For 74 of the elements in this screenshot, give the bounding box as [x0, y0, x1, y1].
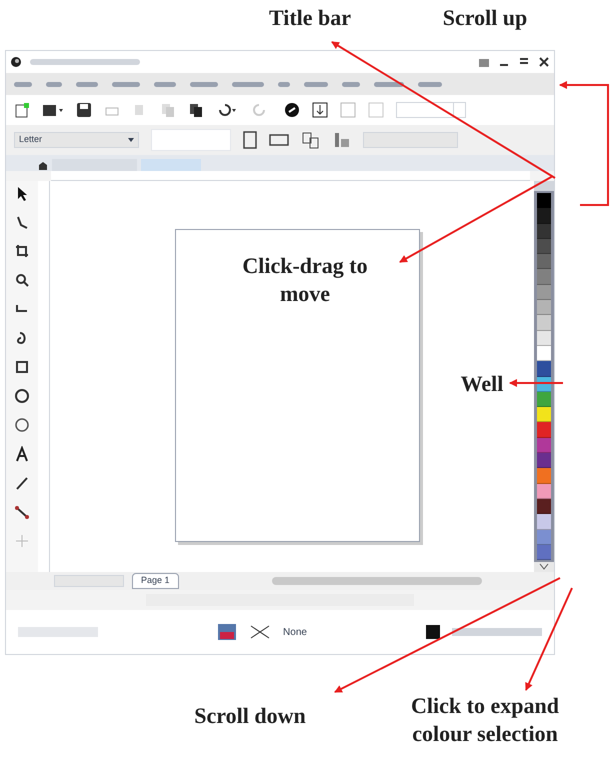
color-swatch[interactable] — [537, 315, 551, 331]
color-swatch[interactable] — [537, 238, 551, 254]
ellipse-icon[interactable] — [14, 388, 30, 404]
color-swatch[interactable] — [537, 193, 551, 208]
page-layout-icon[interactable] — [301, 131, 321, 149]
rectangle-icon[interactable] — [14, 359, 30, 375]
landscape-icon[interactable] — [269, 133, 289, 147]
color-swatch[interactable] — [537, 468, 551, 484]
import-icon[interactable] — [312, 102, 328, 118]
close-icon[interactable] — [538, 56, 550, 68]
blurred-menu-item[interactable] — [304, 82, 328, 86]
outline-status: None — [283, 626, 307, 640]
horizontal-scrollbar[interactable] — [272, 577, 482, 585]
color-swatch[interactable] — [537, 284, 551, 300]
blurred-menu-item[interactable] — [374, 82, 404, 86]
color-swatch[interactable] — [537, 300, 551, 316]
save-icon[interactable] — [76, 102, 92, 118]
page-tab[interactable]: Page 1 — [132, 573, 179, 589]
folder-icon[interactable] — [42, 102, 64, 118]
zoom-icon[interactable] — [14, 272, 30, 288]
blurred-menu-item[interactable] — [46, 82, 62, 86]
blurred-menu-item[interactable] — [76, 82, 98, 86]
color-swatch[interactable] — [537, 208, 551, 224]
blurred-menu-item[interactable] — [278, 82, 290, 86]
color-swatch[interactable] — [537, 269, 551, 285]
blurred-menu-item[interactable] — [190, 82, 218, 86]
shape-tool-icon[interactable] — [14, 214, 30, 230]
portrait-icon[interactable] — [243, 131, 257, 149]
page-size-text: Letter — [19, 133, 42, 146]
color-swatch[interactable] — [537, 346, 551, 362]
color-swatch[interactable] — [537, 453, 551, 468]
color-swatch[interactable] — [537, 392, 551, 408]
page-dimensions-field[interactable] — [151, 129, 231, 151]
blurred-menu-item[interactable] — [154, 82, 176, 86]
zoom-dropdown[interactable] — [396, 102, 466, 118]
color-swatch[interactable] — [537, 544, 551, 560]
callout-label: Click to expand colour selection — [410, 692, 560, 748]
blurred-menu-item[interactable] — [418, 82, 442, 86]
callout-label: Well — [460, 370, 504, 398]
paste-icon[interactable] — [188, 102, 204, 118]
callout-arrow — [509, 379, 563, 387]
color-swatch[interactable] — [537, 422, 551, 438]
color-swatch[interactable] — [537, 254, 551, 270]
blurred-menu-item[interactable] — [232, 82, 264, 86]
add-tool-icon[interactable] — [14, 533, 30, 549]
no-outline-icon[interactable] — [249, 624, 272, 640]
connector-icon[interactable] — [14, 504, 30, 520]
new-document-icon[interactable] — [14, 102, 30, 118]
blurred-menu-item[interactable] — [112, 82, 140, 86]
color-swatch[interactable] — [537, 407, 551, 422]
fill-icon[interactable] — [217, 623, 238, 641]
app-logo-icon — [10, 56, 22, 68]
text-tool-icon[interactable] — [14, 446, 30, 462]
line-icon[interactable] — [14, 475, 30, 491]
color-swatch[interactable] — [537, 224, 551, 239]
color-swatch[interactable] — [537, 498, 551, 514]
callout-label: Scroll down — [193, 702, 307, 730]
blurred-menu-item[interactable] — [342, 82, 360, 86]
color-swatch[interactable] — [537, 438, 551, 454]
callout-label: Title bar — [268, 4, 352, 32]
color-swatch[interactable] — [537, 530, 551, 545]
color-swatch[interactable] — [537, 484, 551, 499]
callout-label: Click-drag to move — [241, 252, 369, 308]
color-swatch[interactable] — [537, 330, 551, 346]
color-swatch[interactable] — [537, 514, 551, 530]
crop-icon[interactable] — [14, 243, 30, 259]
page-size-dropdown[interactable]: Letter — [14, 132, 139, 148]
undo-icon[interactable] — [216, 102, 238, 118]
copy-icon[interactable] — [160, 102, 176, 118]
callout-label: Scroll up — [442, 4, 528, 32]
color-swatch-indicator — [426, 625, 440, 639]
blurred-menu-item[interactable] — [14, 82, 32, 86]
home-icon[interactable] — [38, 161, 48, 171]
color-swatch[interactable] — [537, 361, 551, 377]
